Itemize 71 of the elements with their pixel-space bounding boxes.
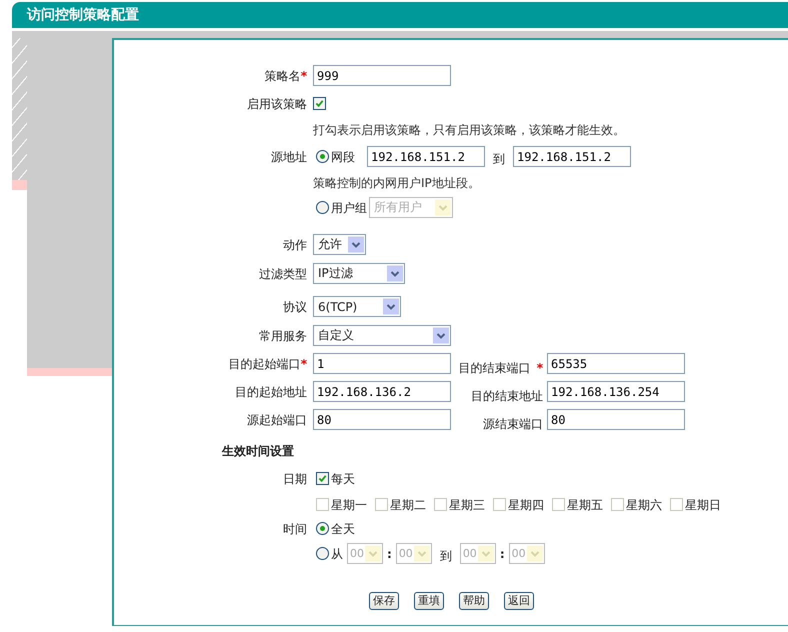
range-label: 到 — [440, 548, 452, 565]
input-field[interactable]: 999 — [313, 65, 451, 86]
input-field[interactable]: 80 — [313, 409, 451, 430]
chevron-down-icon — [435, 199, 451, 216]
field-label: 目的结束地址 — [471, 388, 543, 404]
radio-button[interactable] — [316, 201, 329, 214]
field-label: 日期 — [283, 470, 307, 488]
input-field[interactable]: 192.168.136.2 — [313, 381, 451, 402]
accent-strip — [12, 180, 27, 190]
page-title: 访问控制策略配置 — [27, 6, 139, 24]
field-label: 过滤类型 — [259, 266, 307, 282]
input-field[interactable]: 192.168.151.2 — [367, 146, 485, 167]
chevron-down-icon — [433, 327, 449, 344]
required-mark: * — [536, 361, 543, 375]
checkbox-label: 每天 — [331, 471, 355, 488]
hint-text: 打勾表示启用该策略，只有启用该策略，该策略才能生效。 — [313, 122, 625, 139]
option-label: 从 — [331, 546, 343, 563]
checkbox-label: 星期日 — [685, 497, 721, 514]
chevron-down-icon — [414, 545, 430, 562]
option-label: 全天 — [331, 521, 355, 538]
hint-text: 策略控制的内网用户IP地址段。 — [313, 175, 480, 192]
chevron-down-icon — [365, 545, 381, 562]
dropdown[interactable]: 6(TCP) — [313, 296, 401, 317]
checkbox-label: 星期六 — [626, 497, 662, 514]
field-label: 动作 — [283, 236, 307, 254]
input-field[interactable]: 192.168.136.254 — [547, 381, 685, 402]
form-button[interactable]: 保存 — [369, 592, 399, 610]
radio-button[interactable] — [316, 547, 329, 560]
field-label: 目的起始地址 — [235, 384, 307, 400]
time-separator: : — [387, 546, 392, 563]
input-field[interactable]: 192.168.151.2 — [513, 146, 631, 167]
chevron-down-icon — [526, 545, 543, 562]
field-label: 源起始端口 — [247, 412, 307, 428]
chevron-down-icon — [387, 265, 403, 282]
chevron-down-icon — [348, 236, 364, 253]
input-field[interactable]: 1 — [313, 353, 451, 374]
field-label: 源结束端口 — [483, 416, 543, 432]
form-button[interactable]: 返回 — [504, 592, 534, 610]
dropdown[interactable]: 自定义 — [313, 325, 451, 346]
checkbox-label: 星期三 — [449, 497, 485, 514]
field-label: 目的起始端口 — [228, 356, 301, 372]
field-label: 目的结束端口 — [458, 360, 531, 376]
option-label: 网段 — [331, 149, 355, 166]
range-label: 到 — [493, 151, 505, 168]
checkbox-label: 星期五 — [567, 497, 603, 514]
checkbox-label: 星期二 — [390, 497, 426, 514]
time-separator: : — [500, 546, 505, 563]
required-mark: * — [300, 69, 307, 83]
checkbox[interactable] — [313, 97, 326, 110]
field-label: 时间 — [283, 520, 307, 538]
dropdown[interactable]: 允许 — [313, 234, 366, 255]
dropdown[interactable]: IP过滤 — [313, 263, 405, 284]
chevron-down-icon — [478, 545, 494, 562]
required-mark: * — [300, 357, 307, 371]
field-label: 启用该策略 — [247, 96, 307, 112]
form-button[interactable]: 帮助 — [459, 592, 489, 610]
field-label: 常用服务 — [259, 328, 307, 344]
radio-button[interactable] — [316, 522, 329, 535]
chevron-down-icon — [383, 298, 399, 315]
field-label: 源地址 — [271, 148, 307, 166]
radio-button[interactable] — [316, 150, 329, 163]
checkbox[interactable] — [316, 472, 329, 485]
input-field[interactable]: 80 — [547, 409, 685, 430]
field-label: 策略名 — [264, 68, 301, 84]
form-button[interactable]: 重填 — [414, 592, 444, 610]
field-label: 协议 — [283, 298, 307, 316]
checkbox-label: 星期四 — [508, 497, 544, 514]
input-field[interactable]: 65535 — [547, 353, 685, 374]
section-heading: 生效时间设置 — [222, 443, 294, 460]
option-label: 用户组 — [331, 200, 367, 217]
checkbox-label: 星期一 — [331, 497, 367, 514]
